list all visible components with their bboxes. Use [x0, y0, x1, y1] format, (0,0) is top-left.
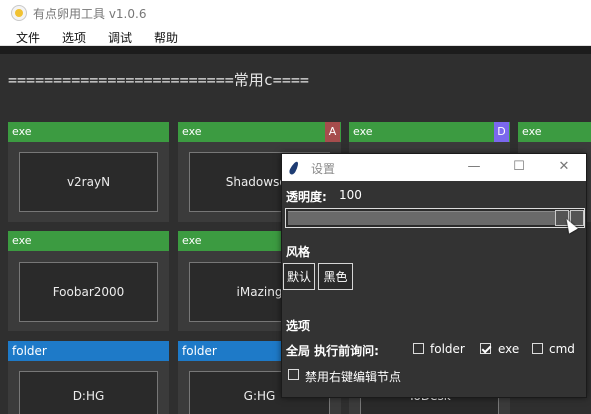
- type-tag: exe: [178, 122, 341, 142]
- close-button[interactable]: ✕: [554, 158, 574, 176]
- opacity-value: 100: [339, 188, 362, 202]
- feather-icon: [288, 160, 300, 176]
- style-heading: 风格: [286, 245, 311, 259]
- type-tag: exe: [518, 122, 591, 142]
- slider-track[interactable]: [288, 211, 582, 225]
- global-confirm-label: 全局 执行前询问:: [286, 344, 379, 358]
- exe-checkbox[interactable]: [480, 343, 491, 354]
- default-style-button[interactable]: 默认: [283, 263, 315, 290]
- launcher-cell: exe v2rayN: [8, 122, 169, 222]
- minimize-button[interactable]: —: [464, 158, 484, 176]
- launcher-cell: folder D:HG: [8, 341, 169, 414]
- folder-checkbox[interactable]: [413, 343, 424, 354]
- type-tag: exe: [349, 122, 510, 142]
- menubar: 文件 选项 调试 帮助: [0, 26, 591, 46]
- top-divider: [0, 46, 591, 54]
- launch-button-foobar2000[interactable]: Foobar2000: [19, 262, 158, 322]
- launcher-cell: exe Foobar2000: [8, 231, 169, 331]
- opacity-label: 透明度:: [286, 190, 327, 204]
- dialog-titlebar: 设置 — ☐ ✕: [282, 154, 586, 181]
- options-heading: 选项: [286, 319, 311, 333]
- app-logo-icon: [11, 5, 27, 21]
- type-tag: exe: [8, 231, 169, 251]
- opacity-slider[interactable]: [285, 208, 585, 228]
- group-banner: =========================常用c====: [8, 71, 309, 89]
- dark-style-button[interactable]: 黑色: [318, 263, 353, 290]
- hotkey-badge: D: [494, 122, 509, 142]
- window-title: 有点卵用工具 v1.0.6: [33, 7, 147, 21]
- menu-debug[interactable]: 调试: [108, 29, 132, 46]
- cmd-checkbox[interactable]: [532, 343, 543, 354]
- settings-dialog: 设置 — ☐ ✕ 透明度: 100 风格 默认 黑色 选项 全局 执行前询问: …: [281, 153, 587, 398]
- launch-button-v2rayn[interactable]: v2rayN: [19, 152, 158, 212]
- main-titlebar: 有点卵用工具 v1.0.6: [0, 0, 591, 26]
- maximize-button[interactable]: ☐: [509, 158, 529, 176]
- disable-right-click-checkbox[interactable]: [288, 369, 299, 380]
- type-tag: exe: [8, 122, 169, 142]
- folder-checkbox-label: folder: [430, 342, 465, 356]
- menu-help[interactable]: 帮助: [154, 29, 178, 46]
- type-tag: folder: [8, 341, 169, 361]
- menu-options[interactable]: 选项: [62, 29, 86, 46]
- exe-checkbox-label: exe: [498, 342, 520, 356]
- menu-file[interactable]: 文件: [16, 29, 40, 46]
- hotkey-badge: A: [325, 122, 340, 142]
- disable-right-click-label: 禁用右键编辑节点: [305, 370, 402, 384]
- cmd-checkbox-label: cmd: [549, 342, 575, 356]
- launch-button-d-hg[interactable]: D:HG: [19, 371, 158, 414]
- dialog-title: 设置: [311, 162, 336, 176]
